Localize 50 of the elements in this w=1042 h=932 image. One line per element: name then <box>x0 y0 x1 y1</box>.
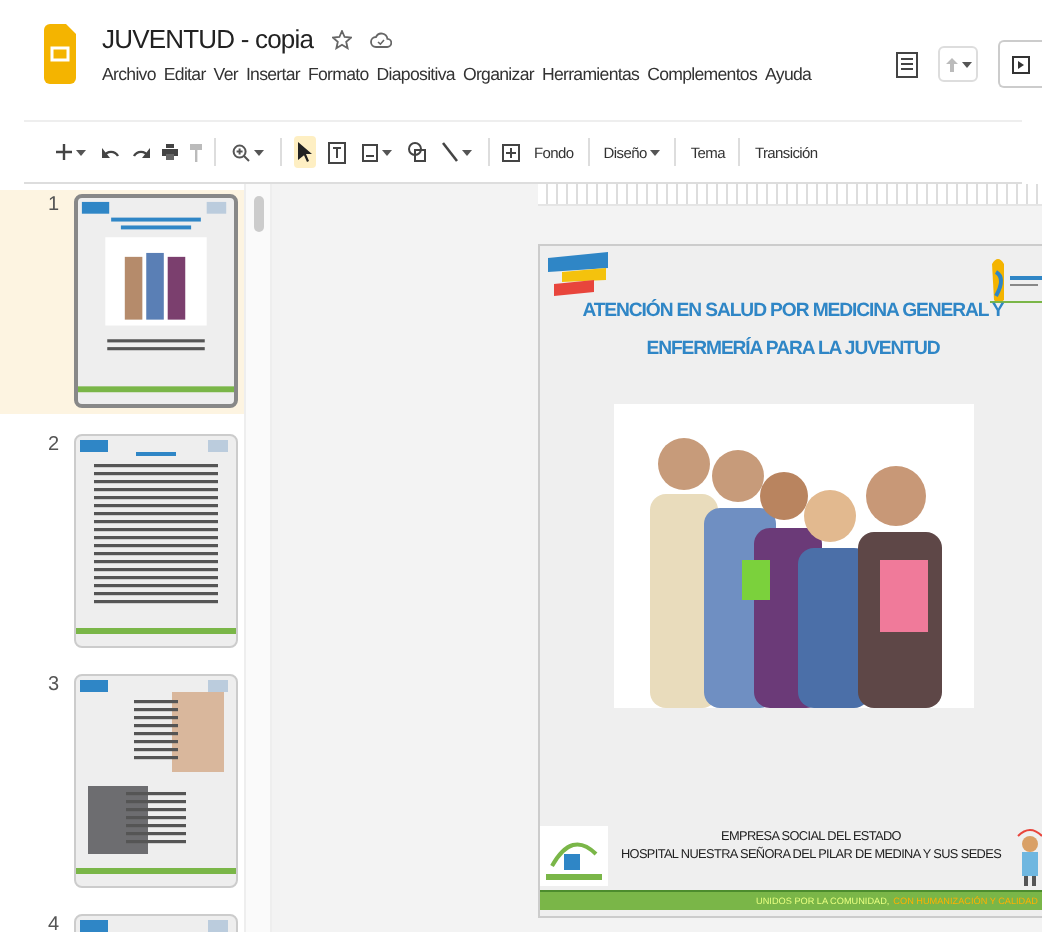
caret-icon[interactable] <box>961 61 971 67</box>
slide-list-item[interactable]: 3 <box>0 670 244 894</box>
caret-icon[interactable] <box>76 149 86 155</box>
menu-item[interactable]: Ver <box>213 64 238 84</box>
menu-item[interactable]: Diapositiva <box>376 64 455 84</box>
menu-item[interactable]: Organizar <box>462 64 534 84</box>
slide-number: 1 <box>48 194 60 216</box>
print-icon[interactable] <box>162 144 178 160</box>
text-box-icon[interactable] <box>328 141 346 163</box>
slide-title: ATENCIÓN EN SALUD POR MEDICINA GENERAL Y ENFERMERÍA PARA LA JUVENTUD <box>580 297 1006 364</box>
menu-item[interactable]: Herramientas <box>541 64 640 84</box>
slide-thumbnail[interactable] <box>74 434 238 648</box>
line-icon[interactable] <box>442 142 458 162</box>
cursor-icon[interactable] <box>298 142 312 162</box>
menu-item[interactable]: Complementos <box>647 64 758 84</box>
menu-item[interactable]: Formato <box>307 64 369 84</box>
menu-item[interactable]: Archivo <box>102 64 156 84</box>
menu-item[interactable]: Insertar <box>245 64 300 84</box>
caret-icon[interactable] <box>254 149 264 155</box>
program-logo-drawing <box>546 252 614 296</box>
present-icon <box>1012 55 1030 73</box>
slide-thumbnail[interactable] <box>74 674 238 888</box>
caret-icon[interactable] <box>382 149 392 155</box>
slide-list-item[interactable]: 2 <box>0 430 244 654</box>
comments-icon[interactable] <box>896 51 918 77</box>
add-comment-icon[interactable] <box>502 143 520 161</box>
scrollbar[interactable] <box>244 184 272 932</box>
image-icon[interactable] <box>362 143 378 161</box>
slide-number: 3 <box>48 674 60 696</box>
plus-icon[interactable] <box>56 144 72 160</box>
zoom-icon[interactable] <box>232 143 250 161</box>
slide-list-item[interactable]: 4 <box>0 910 244 932</box>
slide-number: 4 <box>48 914 60 932</box>
upload-icon <box>945 57 957 71</box>
slide-list-item[interactable]: 1 <box>0 190 244 414</box>
caret-icon[interactable] <box>462 149 472 155</box>
caret-icon[interactable] <box>650 149 661 155</box>
document-title[interactable]: JUVENTUD - copia <box>102 24 314 54</box>
cloud-check-icon[interactable] <box>369 29 392 49</box>
star-icon[interactable] <box>331 29 352 49</box>
slide-thumbnail[interactable] <box>74 194 238 408</box>
slide-number: 2 <box>48 434 60 456</box>
redo-icon[interactable] <box>132 145 150 159</box>
menu-item[interactable]: Ayuda <box>765 64 812 84</box>
undo-icon[interactable] <box>102 145 120 159</box>
present-button[interactable] <box>998 40 1042 88</box>
cartoon-doctor-drawing <box>1013 826 1042 886</box>
menu-item[interactable]: Editar <box>163 64 206 84</box>
shape-icon[interactable] <box>408 142 426 162</box>
hospital-verde-logo-drawing <box>540 826 608 886</box>
